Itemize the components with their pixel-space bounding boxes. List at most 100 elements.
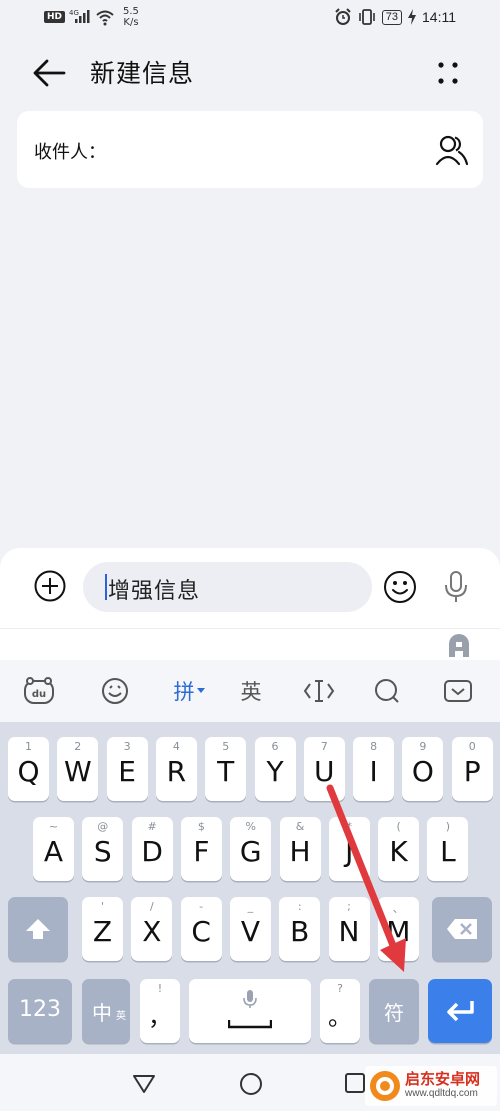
key-secondary-char: 8 [370, 740, 378, 753]
caret-down-icon [196, 688, 205, 693]
key-secondary-char: & [295, 820, 305, 833]
network-speed: 5.5 K/s [123, 6, 139, 28]
key-secondary-char: : [297, 900, 302, 913]
status-bar: HD 4G 5.5 K/s 73 14:11 [0, 0, 500, 36]
space-bar-icon [228, 1020, 272, 1029]
key-secondary-char: ; [347, 900, 351, 913]
numbers-key[interactable]: 123 [8, 979, 72, 1043]
key-label: X [142, 915, 162, 948]
watermark-brand: 启东安卓网 [405, 1070, 481, 1088]
keyboard: 1Q2W3E4R5T6Y7U8I9O0P ~ A @ S # D $ F% G & H * J(K) L … [0, 722, 500, 1054]
symbols-key[interactable]: 符 [369, 979, 419, 1043]
key-s[interactable]: @ S [82, 817, 124, 881]
pinyin-mode-toggle[interactable]: 拼 [168, 676, 210, 706]
key-l[interactable]: ) L [427, 817, 469, 881]
key-secondary-char: 1 [25, 740, 32, 753]
svg-text:du: du [32, 689, 46, 700]
ime-logo-icon[interactable]: du [22, 676, 56, 706]
key-label: E [118, 755, 136, 788]
key-label: U [314, 755, 335, 788]
key-a[interactable]: ~ A [33, 817, 74, 881]
message-input[interactable]: 增强信息 [83, 562, 372, 612]
key-b[interactable]: :B [279, 897, 321, 961]
key-n[interactable]: ; N [328, 897, 370, 961]
key-secondary-char: 9 [419, 740, 427, 753]
backspace-key[interactable] [432, 897, 492, 961]
key-z[interactable]: ' Z [82, 897, 123, 961]
key-d[interactable]: # D [131, 817, 173, 881]
page-title: 新建信息 [90, 59, 195, 88]
charging-icon [408, 9, 416, 25]
key-f[interactable]: $ F [180, 817, 222, 881]
key-e[interactable]: 3E [106, 737, 148, 801]
key-secondary-char: 6 [271, 740, 279, 753]
hide-keyboard-icon[interactable] [442, 676, 474, 706]
shift-key[interactable] [8, 897, 68, 961]
more-options-icon[interactable] [430, 58, 466, 88]
key-j[interactable]: * J [328, 817, 370, 881]
key-secondary-char: ' [100, 900, 105, 913]
nav-back-icon[interactable] [132, 1074, 156, 1094]
key-label: G [239, 835, 262, 868]
english-label: 英 [240, 680, 262, 704]
key-label: H [289, 835, 311, 868]
key-label: K [389, 835, 408, 868]
period-key[interactable]: ? 。 [320, 979, 360, 1043]
back-arrow-icon[interactable] [30, 56, 70, 90]
recipient-field[interactable]: 收件人： [17, 111, 483, 188]
key-y[interactable]: 6Y [254, 737, 296, 801]
key-r[interactable]: 4R [155, 737, 197, 801]
signal-icon: 4G [69, 9, 90, 23]
shift-arrow-icon [26, 919, 50, 939]
add-attachment-icon[interactable] [33, 569, 67, 603]
space-key[interactable] [189, 979, 311, 1043]
mic-icon [243, 990, 257, 1008]
watermark: 启东安卓网 www.qdltdq.com [365, 1066, 497, 1106]
key-c[interactable]: -C [180, 897, 222, 961]
key-secondary-char: _ [247, 900, 254, 913]
key-v[interactable]: _ V [229, 897, 271, 961]
enter-key[interactable] [428, 979, 492, 1043]
key-k[interactable]: (K [378, 817, 420, 881]
key-label: S [93, 835, 112, 868]
key-w[interactable]: 2W [57, 737, 99, 801]
search-icon[interactable] [372, 676, 402, 706]
key-secondary-char: % [245, 820, 256, 833]
emoji-panel-icon[interactable] [100, 676, 130, 706]
key-m[interactable]: 、 M [377, 897, 419, 961]
key-o[interactable]: 9O [402, 737, 444, 801]
key-secondary-char: @ [97, 820, 109, 833]
key-label: D [141, 835, 163, 868]
key-secondary-char: / [149, 900, 154, 913]
key-label: I [369, 755, 378, 788]
key-q[interactable]: 1Q [8, 737, 49, 801]
comma-key[interactable]: ! ， [140, 979, 180, 1043]
nav-recents-icon[interactable] [344, 1072, 366, 1094]
key-secondary-char: 5 [222, 740, 230, 753]
emoji-icon[interactable] [382, 569, 418, 605]
key-p[interactable]: 0P [451, 737, 493, 801]
key-u[interactable]: 7U [303, 737, 345, 801]
key-secondary-char: * [346, 820, 353, 833]
contacts-icon[interactable] [435, 133, 469, 167]
key-label: Z [92, 915, 113, 948]
key-g[interactable]: % G [230, 817, 272, 881]
key-label: P [463, 755, 481, 788]
key-secondary-char: $ [197, 820, 205, 833]
english-mode-toggle[interactable]: 英 [236, 676, 266, 706]
key-x[interactable]: / X [131, 897, 173, 961]
suggestion-strip [0, 628, 500, 661]
key-secondary-char: ~ [48, 820, 59, 833]
voice-input-icon[interactable] [442, 570, 470, 604]
clock: 14:11 [422, 9, 456, 25]
key-label: R [166, 755, 187, 788]
key-i[interactable]: 8I [353, 737, 395, 801]
key-h[interactable]: & H [279, 817, 321, 881]
cursor-move-icon[interactable] [302, 676, 336, 706]
text-format-icon[interactable] [446, 631, 472, 659]
key-t[interactable]: 5T [205, 737, 247, 801]
nav-home-icon[interactable] [239, 1072, 263, 1096]
chinese-english-switch-key[interactable]: 中 英 [82, 979, 130, 1043]
watermark-url: www.qdltdq.com [405, 1088, 478, 1099]
pinyin-label: 拼 [173, 680, 195, 704]
